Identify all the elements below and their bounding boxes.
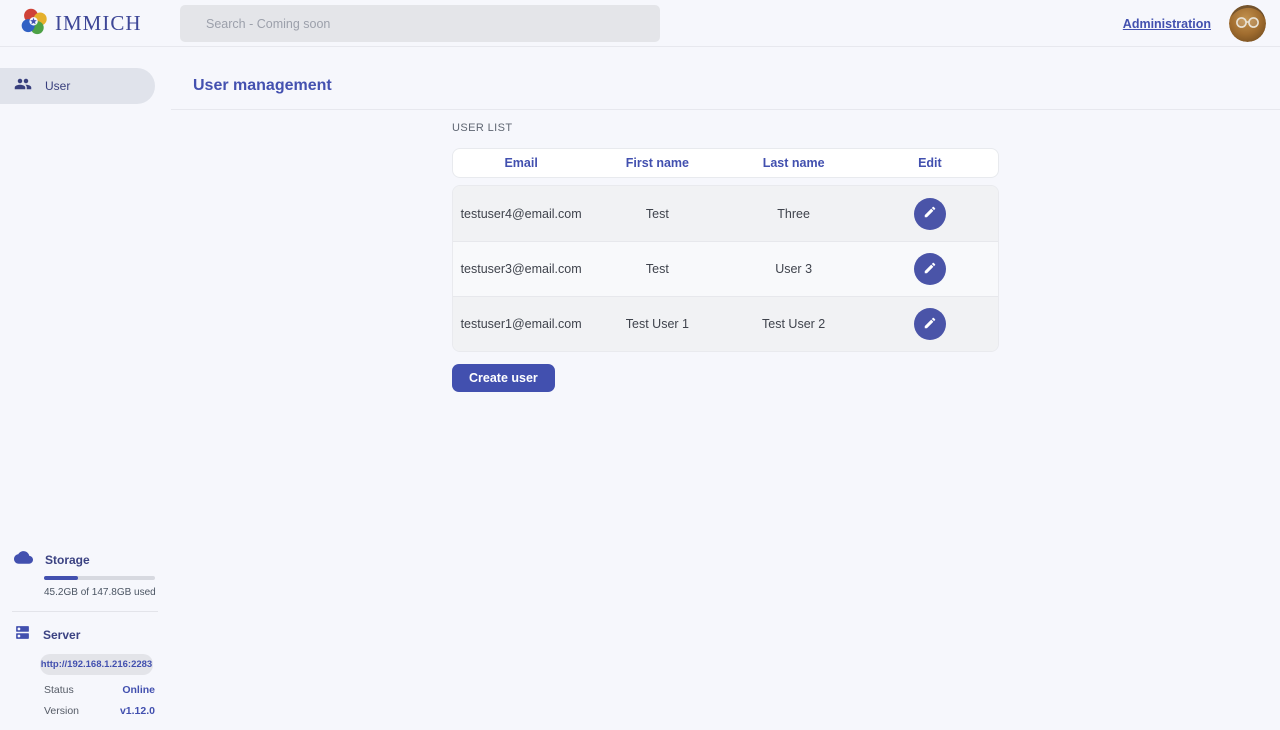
storage-section-header: Storage bbox=[0, 550, 171, 569]
server-icon bbox=[14, 624, 31, 646]
user-list-section: USER LIST Email First name Last name Edi… bbox=[452, 122, 999, 392]
column-header-edit: Edit bbox=[862, 156, 998, 170]
header-right: Administration bbox=[1123, 0, 1266, 47]
user-first-name: Test bbox=[589, 207, 725, 221]
table-row: testuser1@email.com Test User 1 Test Use… bbox=[453, 296, 998, 351]
immich-logo[interactable]: IMMICH bbox=[20, 7, 142, 40]
edit-user-button[interactable] bbox=[914, 253, 946, 285]
sidebar-item-user[interactable]: User bbox=[0, 68, 155, 104]
user-last-name: Three bbox=[726, 207, 862, 221]
server-status-value: Online bbox=[122, 684, 155, 696]
table-row: testuser4@email.com Test Three bbox=[453, 186, 998, 241]
user-email: testuser3@email.com bbox=[453, 262, 589, 276]
user-table-body: testuser4@email.com Test Three testuser3… bbox=[452, 185, 999, 352]
cloud-icon bbox=[14, 550, 33, 569]
user-email: testuser4@email.com bbox=[453, 207, 589, 221]
sidebar-bottom: Storage 45.2GB of 147.8GB used Server ht… bbox=[0, 550, 171, 717]
table-row: testuser3@email.com Test User 3 bbox=[453, 241, 998, 296]
immich-flower-icon bbox=[20, 7, 48, 40]
column-header-last-name: Last name bbox=[726, 156, 862, 170]
server-title: Server bbox=[43, 628, 80, 642]
sidebar-divider bbox=[12, 611, 158, 612]
storage-progress-fill bbox=[44, 576, 78, 580]
app-title: IMMICH bbox=[55, 11, 142, 36]
user-last-name: User 3 bbox=[726, 262, 862, 276]
title-divider bbox=[171, 109, 1280, 110]
user-list-label: USER LIST bbox=[452, 122, 999, 134]
pencil-icon bbox=[923, 316, 937, 333]
server-status-label: Status bbox=[44, 684, 74, 696]
storage-usage-text: 45.2GB of 147.8GB used bbox=[44, 587, 171, 598]
app-header: IMMICH Administration bbox=[0, 0, 1280, 47]
page-title: User management bbox=[193, 77, 1280, 95]
administration-link[interactable]: Administration bbox=[1123, 17, 1211, 31]
storage-progress-bar bbox=[44, 576, 155, 580]
edit-user-button[interactable] bbox=[914, 198, 946, 230]
create-user-button[interactable]: Create user bbox=[452, 364, 555, 392]
storage-title: Storage bbox=[45, 553, 90, 567]
server-url-badge: http://192.168.1.216:2283 bbox=[40, 654, 153, 675]
group-icon bbox=[14, 75, 32, 98]
server-version-label: Version bbox=[44, 705, 79, 717]
edit-user-button[interactable] bbox=[914, 308, 946, 340]
column-header-email: Email bbox=[453, 156, 589, 170]
server-section-header: Server bbox=[0, 624, 171, 646]
sidebar-item-user-label: User bbox=[45, 79, 70, 93]
user-table-header: Email First name Last name Edit bbox=[452, 148, 999, 178]
user-first-name: Test User 1 bbox=[589, 317, 725, 331]
user-avatar[interactable] bbox=[1229, 5, 1266, 42]
user-last-name: Test User 2 bbox=[726, 317, 862, 331]
server-version-row: Version v1.12.0 bbox=[44, 705, 155, 717]
user-email: testuser1@email.com bbox=[453, 317, 589, 331]
user-first-name: Test bbox=[589, 262, 725, 276]
pencil-icon bbox=[923, 205, 937, 222]
server-version-value: v1.12.0 bbox=[120, 705, 155, 717]
main-content: User management USER LIST Email First na… bbox=[171, 47, 1280, 392]
column-header-first-name: First name bbox=[589, 156, 725, 170]
server-status-row: Status Online bbox=[44, 684, 155, 696]
pencil-icon bbox=[923, 261, 937, 278]
search-input[interactable] bbox=[180, 5, 660, 42]
